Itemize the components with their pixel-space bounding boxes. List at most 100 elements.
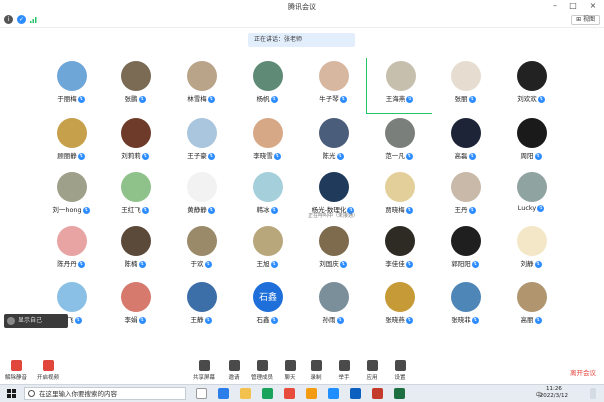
participant-name: 李娟	[124, 316, 138, 324]
participant-tile[interactable]: 刘一hong ↯	[38, 169, 104, 225]
muted-mic-icon: ↯	[468, 206, 476, 214]
taskbar-search-input[interactable]: 在这里输入你要搜索的内容	[24, 387, 186, 400]
excel-icon[interactable]	[394, 388, 405, 399]
participant-name: 顾丽静	[57, 152, 77, 160]
participant-tile[interactable]: 王静 ↯	[168, 279, 234, 335]
participant-tile[interactable]: 张晓燕 ↯	[366, 279, 432, 335]
self-view-bar[interactable]: 显示自己	[4, 314, 68, 328]
word-icon[interactable]	[350, 388, 361, 399]
participant-tile[interactable]: 张丽 ↯	[432, 58, 498, 114]
share-screen-button[interactable]: 共享屏幕	[190, 360, 218, 381]
participant-tile[interactable]: 李晓雪 ↯	[234, 115, 300, 171]
minimize-icon[interactable]: –	[548, 1, 562, 11]
participant-tile[interactable]: 顾丽静 ↯	[38, 115, 104, 171]
participant-tile[interactable]: 刘莉莉 ↯	[102, 115, 168, 171]
record-button[interactable]: 录制	[302, 360, 330, 381]
participant-tile[interactable]: 郭阳阳 ↯	[432, 223, 498, 279]
control-label: 录制	[310, 375, 322, 381]
participant-tile[interactable]: 杨光-数理化 ↯ 正在呼叫中（未接通）	[300, 169, 366, 225]
windows-start-icon[interactable]	[7, 389, 17, 399]
participant-tile[interactable]: 孙雨 ↯	[300, 279, 366, 335]
muted-mic-icon: ↯	[138, 95, 146, 103]
edge-icon[interactable]	[218, 388, 229, 399]
participant-tile[interactable]: 林雪梅 ↯	[168, 58, 234, 114]
participant-tile[interactable]: 陈丹丹 ↯	[38, 223, 104, 279]
meeting-info-bar: i ✓ ⊞ 视图	[0, 12, 604, 28]
tencent-meeting-icon[interactable]	[328, 388, 339, 399]
view-button[interactable]: ⊞ 视图	[571, 15, 600, 25]
participant-name: 陈光	[322, 152, 336, 160]
task-view-icon[interactable]	[196, 388, 207, 399]
muted-mic-icon: ↯	[138, 316, 146, 324]
muted-mic-icon: ↯	[270, 316, 278, 324]
info-icon[interactable]: i	[4, 15, 13, 24]
participant-tile[interactable]: 石鑫 石鑫 ↯	[234, 279, 300, 335]
participant-name-row: 陈丹丹 ↯	[38, 258, 104, 268]
maximize-icon[interactable]: □	[566, 1, 580, 11]
avatar	[517, 226, 547, 256]
wechat-icon[interactable]	[262, 388, 273, 399]
signal-icon[interactable]	[30, 16, 38, 23]
participant-tile[interactable]: 牛子琴 ↯	[300, 58, 366, 114]
participant-tile[interactable]: 黄静静 ↯	[168, 169, 234, 225]
window-title: 腾讯会议	[288, 3, 316, 11]
settings-button[interactable]: 设置	[386, 360, 414, 381]
participant-name-row: 刘静 ↯	[498, 258, 564, 268]
avatar	[187, 172, 217, 202]
file-explorer-icon[interactable]	[240, 388, 251, 399]
participant-tile[interactable]: 陈光 ↯	[300, 115, 366, 171]
participant-tile[interactable]: 于丽梅 ↯	[38, 58, 104, 114]
participant-tile[interactable]: 张晓菲 ↯	[432, 279, 498, 335]
participant-tile[interactable]: 刘国庆 ↯	[300, 223, 366, 279]
muted-mic-icon: ↯	[77, 95, 85, 103]
camera-button[interactable]: 开启视频	[34, 360, 62, 381]
chrome-icon[interactable]	[284, 388, 295, 399]
self-view-label: 显示自己	[18, 317, 43, 324]
avatar	[57, 61, 87, 91]
shield-icon[interactable]: ✓	[17, 15, 26, 24]
powerpoint-icon[interactable]	[372, 388, 383, 399]
show-desktop-button[interactable]	[590, 388, 596, 399]
invite-icon	[228, 360, 240, 371]
invite-button[interactable]: 邀请	[220, 360, 248, 381]
leave-meeting-button[interactable]: 离开会议	[568, 367, 598, 377]
participant-tile[interactable]: 李娟 ↯	[102, 279, 168, 335]
qq-browser-icon[interactable]	[306, 388, 317, 399]
participant-tile[interactable]: 李佳佳 ↯	[366, 223, 432, 279]
avatar	[385, 172, 415, 202]
meeting-controls: 解除静音 开启视频 共享屏幕 邀请 管理成员 聊天 录制 举手 应用 设置	[0, 358, 604, 384]
participant-tile[interactable]: 于欢 ↯	[168, 223, 234, 279]
participant-tile[interactable]: 王子豪 ↯	[168, 115, 234, 171]
participant-tile[interactable]: 刘静 ↯	[498, 223, 564, 279]
participant-tile[interactable]: 范一凡 ↯	[366, 115, 432, 171]
avatar	[253, 118, 283, 148]
participant-name-row: 孙雨 ↯	[300, 314, 366, 324]
clock[interactable]: 11:26 2022/3/12	[540, 386, 568, 400]
participant-tile[interactable]: 张鹏 ↯	[102, 58, 168, 114]
muted-mic-icon: ↯	[141, 206, 149, 214]
participant-tile[interactable]: 贾晓梅 ↯	[366, 169, 432, 225]
close-icon[interactable]: ×	[586, 1, 600, 11]
avatar	[121, 226, 151, 256]
participant-tile[interactable]: 刘欢欢 ↯	[498, 58, 564, 114]
participant-tile[interactable]: 高磊 ↯	[432, 115, 498, 171]
hand-button[interactable]: 举手	[330, 360, 358, 381]
microphone-button[interactable]: 解除静音	[2, 360, 30, 381]
participant-tile[interactable]: 周阳 ↯	[498, 115, 564, 171]
participant-tile[interactable]: 王旭 ↯	[234, 223, 300, 279]
participant-tile[interactable]: 王海燕 ↯	[366, 58, 432, 114]
participant-tile[interactable]: Lucky ↯	[498, 169, 564, 225]
muted-mic-icon: ↯	[82, 206, 90, 214]
apps-button[interactable]: 应用	[358, 360, 386, 381]
participant-name: 张丽	[454, 95, 468, 103]
participant-tile[interactable]: 韩冰 ↯	[234, 169, 300, 225]
participant-tile[interactable]: 陈楠 ↯	[102, 223, 168, 279]
muted-mic-icon: ↯	[534, 260, 542, 268]
participant-tile[interactable]: 杨帆 ↯	[234, 58, 300, 114]
participant-tile[interactable]: 高丽 ↯	[498, 279, 564, 335]
chat-button[interactable]: 聊天	[276, 360, 304, 381]
participants-button[interactable]: 管理成员	[248, 360, 276, 381]
participant-tile[interactable]: 王丹 ↯	[432, 169, 498, 225]
participant-tile[interactable]: 王红飞 ↯	[102, 169, 168, 225]
avatar	[253, 61, 283, 91]
